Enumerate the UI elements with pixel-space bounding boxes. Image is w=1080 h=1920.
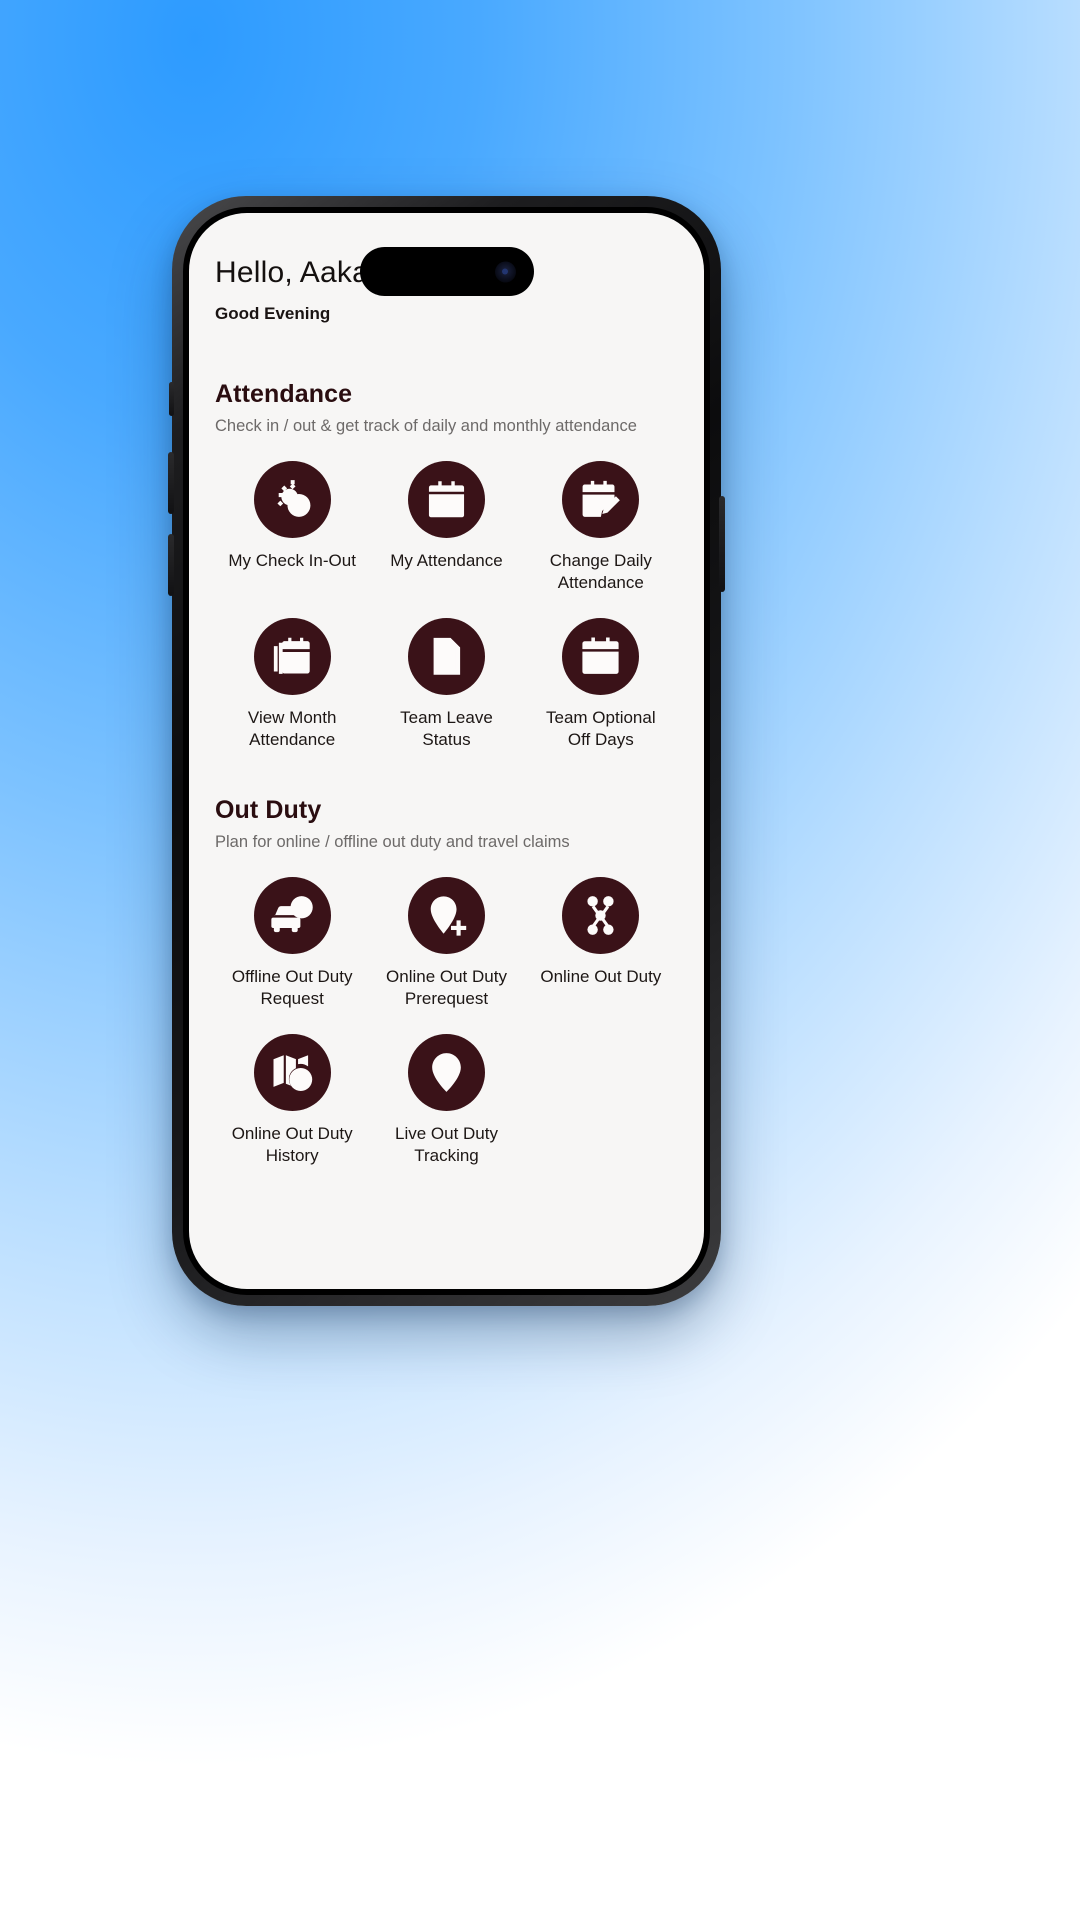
- phone-bezel: Hello, Aakash Good Evening Attendance Che…: [183, 207, 710, 1295]
- tile-label-offline-out-duty-request: Offline Out Duty Request: [231, 967, 353, 1009]
- phone-screen: Hello, Aakash Good Evening Attendance Che…: [189, 213, 704, 1289]
- section-title-out-duty: Out Duty: [215, 795, 322, 824]
- sections-container: Attendance Check in / out & get track of …: [215, 380, 678, 1168]
- tile-label-team-leave-status: Team Leave Status: [400, 708, 493, 750]
- tile-team-optional-off-days[interactable]: Team Optional Off Days: [524, 618, 678, 751]
- map-pin-person-icon: [407, 1034, 485, 1112]
- calendar-icon: [407, 461, 485, 539]
- route-pins-icon: [562, 877, 640, 955]
- tile-online-out-duty-prerequest[interactable]: Online Out Duty Prerequest: [369, 877, 523, 1010]
- section-attendance: Attendance Check in / out & get track of …: [215, 380, 678, 752]
- calendar-grid-icon: [562, 618, 640, 696]
- tile-grid-out-duty: Offline Out Duty Request Online Out Duty…: [215, 877, 678, 1167]
- app-content: Hello, Aakash Good Evening Attendance Che…: [189, 213, 704, 1289]
- tile-view-month-attendance[interactable]: View Month Attendance: [215, 618, 369, 751]
- tile-live-out-duty-tracking[interactable]: Live Out Duty Tracking: [369, 1034, 523, 1167]
- front-camera-icon: [494, 261, 516, 282]
- alarm-clock-icon: [253, 461, 331, 539]
- map-pin-plus-icon: [407, 877, 485, 955]
- tile-offline-out-duty-request[interactable]: Offline Out Duty Request: [215, 877, 369, 1010]
- tile-label-team-optional-off-days: Team Optional Off Days: [546, 708, 656, 750]
- volume-down-button[interactable]: [168, 534, 174, 596]
- tile-my-attendance[interactable]: My Attendance: [369, 461, 523, 594]
- dynamic-island: [359, 247, 534, 296]
- volume-up-button[interactable]: [168, 452, 174, 514]
- silence-switch-button[interactable]: [169, 382, 174, 416]
- map-clock-icon: [253, 1034, 331, 1112]
- tile-label-change-daily-attendance: Change Daily Attendance: [549, 551, 652, 593]
- tile-online-out-duty-history[interactable]: Online Out Duty History: [215, 1034, 369, 1167]
- calendar-check-stack-icon: [253, 618, 331, 696]
- tile-label-online-out-duty: Online Out Duty: [540, 967, 662, 987]
- car-clock-icon: [253, 877, 331, 955]
- tile-label-online-out-duty-prerequest: Online Out Duty Prerequest: [386, 967, 507, 1009]
- tile-label-live-out-duty-tracking: Live Out Duty Tracking: [394, 1124, 498, 1166]
- tile-label-online-out-duty-history: Online Out Duty History: [231, 1124, 353, 1166]
- tile-my-check-in-out[interactable]: My Check In-Out: [215, 461, 369, 594]
- document-person-icon: [407, 618, 485, 696]
- section-subtitle-out-duty: Plan for online / offline out duty and t…: [215, 832, 570, 851]
- tile-grid-attendance: My Check In-Out My Attendance Change Dai…: [215, 461, 678, 751]
- tile-label-view-month-attendance: View Month Attendance: [247, 708, 337, 750]
- tile-team-leave-status[interactable]: Team Leave Status: [369, 618, 523, 751]
- calendar-edit-icon: [562, 461, 640, 539]
- tile-change-daily-attendance[interactable]: Change Daily Attendance: [524, 461, 678, 594]
- greeting-time-of-day: Good Evening: [215, 303, 331, 323]
- section-out-duty: Out Duty Plan for online / offline out du…: [215, 796, 678, 1168]
- tile-online-out-duty[interactable]: Online Out Duty: [524, 877, 678, 1010]
- power-button[interactable]: [719, 496, 725, 592]
- tile-label-my-attendance: My Attendance: [390, 551, 503, 571]
- phone-frame: Hello, Aakash Good Evening Attendance Che…: [168, 196, 725, 1306]
- section-title-attendance: Attendance: [215, 379, 353, 408]
- section-subtitle-attendance: Check in / out & get track of daily and …: [215, 416, 637, 435]
- tile-label-my-check-in-out: My Check In-Out: [228, 551, 356, 571]
